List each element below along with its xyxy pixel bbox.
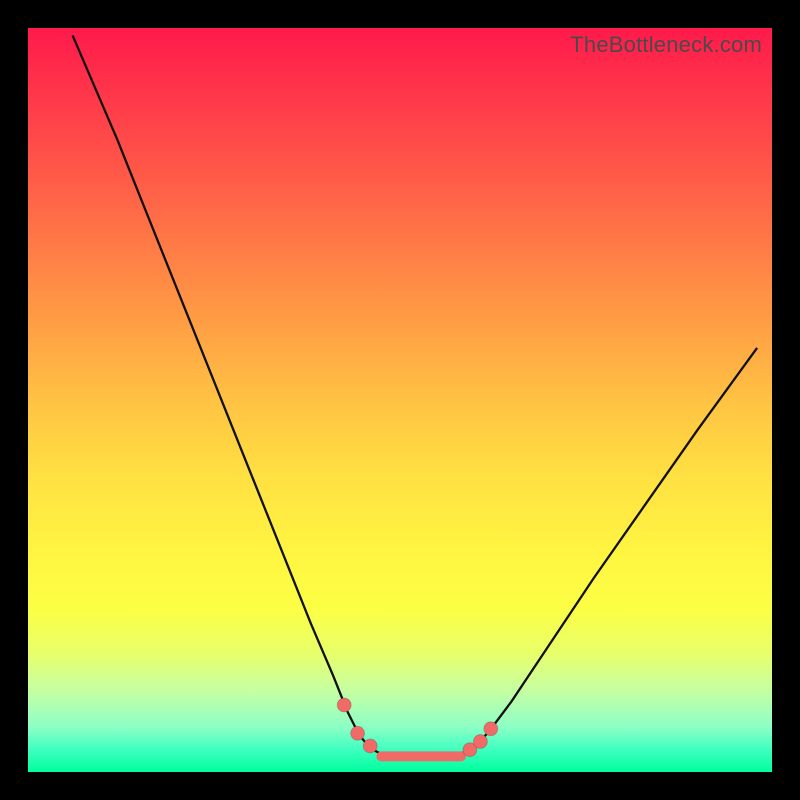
left-shoulder-3 [363,739,377,753]
chart-frame: TheBottleneck.com [0,0,800,800]
left-shoulder-1 [337,698,351,712]
right-shoulder-2 [473,735,487,749]
right-shoulder-3 [484,722,498,736]
bottleneck-curve-right [463,348,757,753]
left-shoulder-2 [351,726,365,740]
bottleneck-curve [73,35,382,754]
curve-svg [28,28,772,772]
plot-area: TheBottleneck.com [28,28,772,772]
